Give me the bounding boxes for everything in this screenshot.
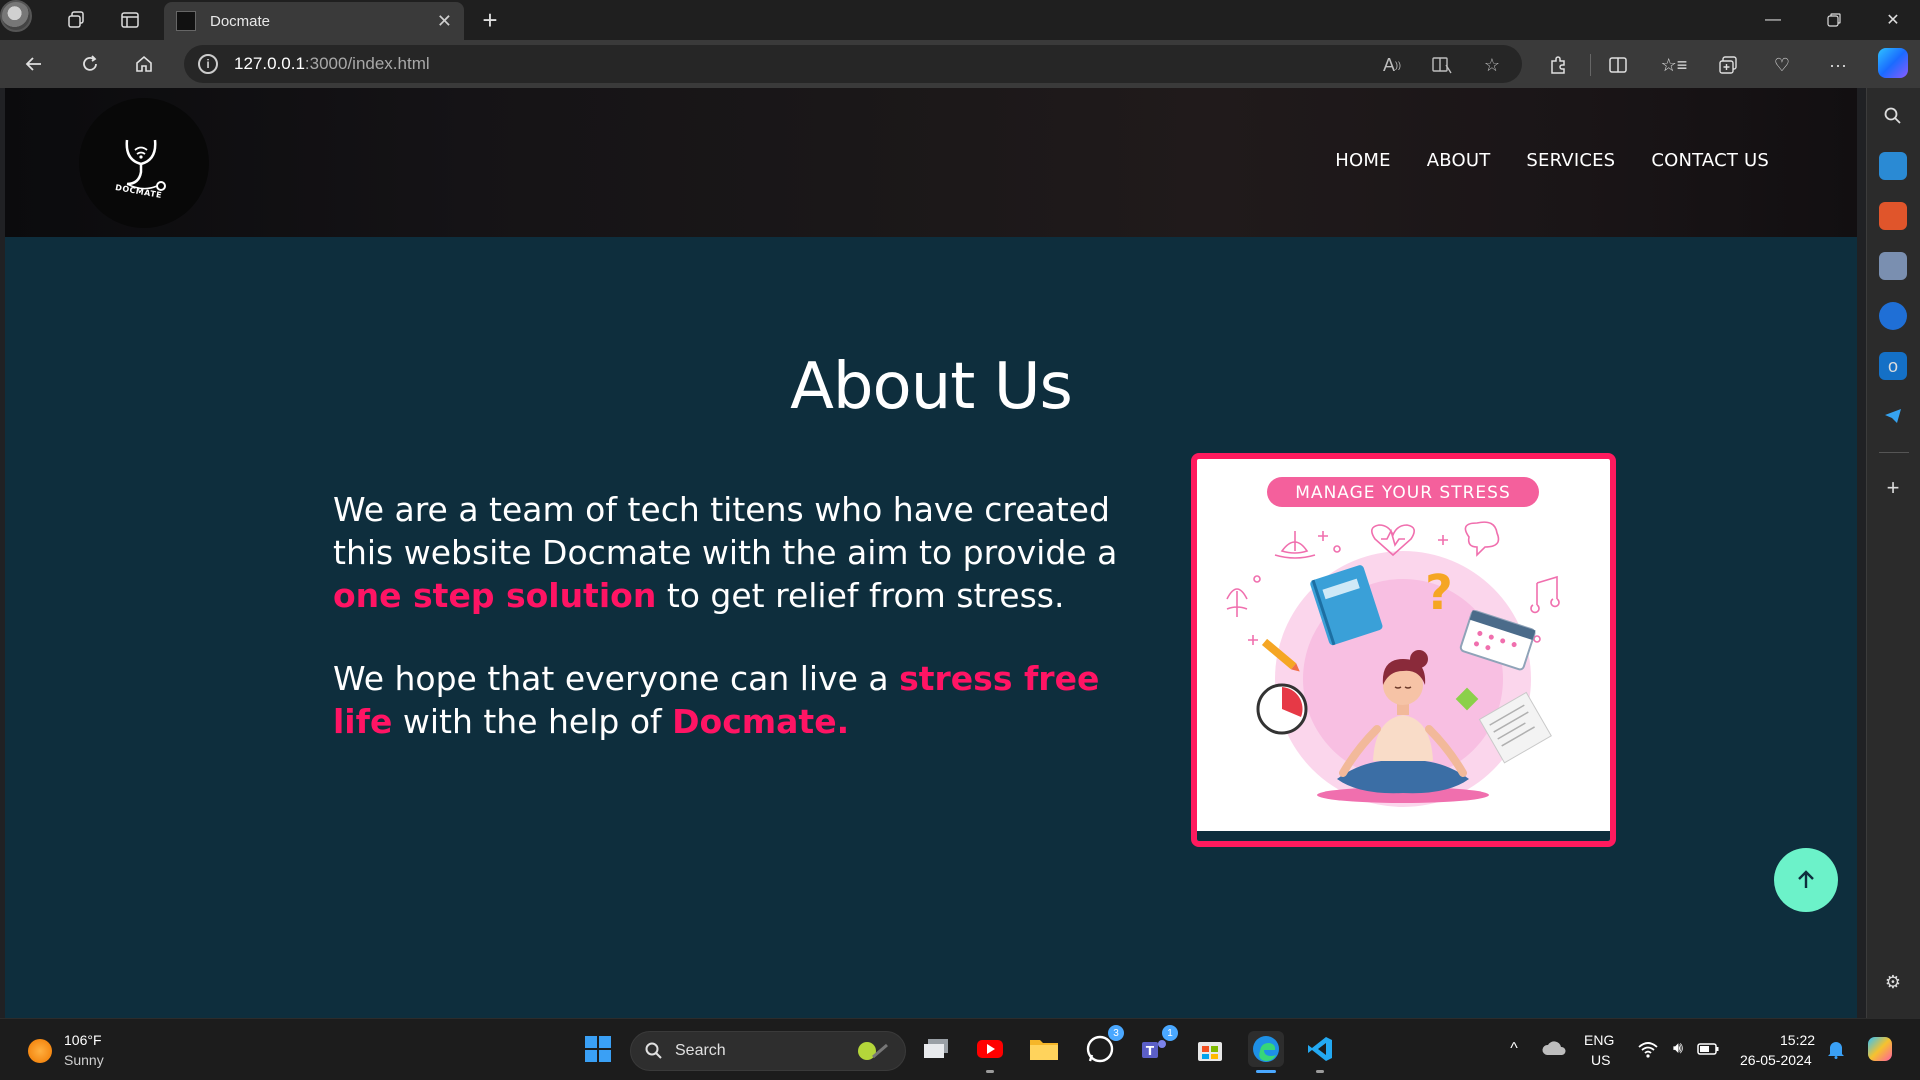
profile-avatar[interactable] <box>0 0 32 32</box>
workspaces-icon[interactable] <box>60 4 92 36</box>
arrow-up-icon <box>1798 870 1814 888</box>
favorites-icon[interactable]: ☆≡ <box>1660 52 1688 78</box>
nav-contact-us[interactable]: CONTACT US <box>1651 150 1769 171</box>
restore-button[interactable] <box>1807 0 1861 40</box>
copilot-icon[interactable] <box>1878 48 1908 78</box>
task-view-icon[interactable] <box>918 1031 954 1067</box>
sidebar-divider <box>1879 452 1909 453</box>
outlook-icon[interactable]: o <box>1879 352 1907 380</box>
toolbar-divider <box>1590 54 1591 76</box>
sidebar-settings-icon[interactable]: ⚙ <box>1879 968 1907 996</box>
search-icon <box>645 1042 662 1059</box>
language-region[interactable]: US <box>1591 1052 1610 1068</box>
whatsapp-badge: 3 <box>1108 1025 1124 1041</box>
svg-text:?: ? <box>1425 565 1453 621</box>
onedrive-icon[interactable] <box>1536 1031 1572 1067</box>
split-screen-icon[interactable] <box>1604 52 1632 78</box>
more-options-icon[interactable]: ··· <box>1824 52 1852 78</box>
shopping-tag-icon[interactable] <box>1879 152 1907 180</box>
about-text: We are a team of tech titens who have cr… <box>333 488 1133 783</box>
about-paragraph-2: We hope that everyone can live a stress … <box>333 659 1100 741</box>
weather-sun-icon[interactable] <box>28 1039 52 1063</box>
battery-icon[interactable] <box>1690 1031 1726 1067</box>
home-icon[interactable] <box>128 48 160 80</box>
page-viewport: DOCMATE HOME ABOUT SERVICES CONTACT US A… <box>5 88 1857 1018</box>
games-icon[interactable] <box>1879 252 1907 280</box>
youtube-icon[interactable] <box>972 1031 1008 1073</box>
minimize-button[interactable]: — <box>1746 0 1800 40</box>
sidebar-search-icon[interactable] <box>1879 102 1907 130</box>
start-icon[interactable] <box>580 1031 616 1067</box>
clock-date[interactable]: 26-05-2024 <box>1740 1052 1812 1068</box>
immersive-reader-icon[interactable] <box>1430 53 1454 77</box>
illustration-bottom-strip <box>1197 831 1610 841</box>
info-icon[interactable]: i <box>198 54 218 74</box>
site-nav: HOME ABOUT SERVICES CONTACT US <box>1335 150 1769 171</box>
microsoft-store-icon[interactable] <box>1192 1031 1228 1067</box>
nav-home[interactable]: HOME <box>1335 150 1390 171</box>
teams-icon[interactable]: T 1 <box>1136 1025 1178 1067</box>
browser-toolbar: i 127.0.0.1:3000/index.html A)) ☆ ☆≡ ♡ ·… <box>0 40 1920 88</box>
edge-icon[interactable] <box>1248 1031 1284 1073</box>
nav-about[interactable]: ABOUT <box>1427 150 1491 171</box>
extensions-icon[interactable] <box>1544 52 1572 78</box>
microsoft-365-icon[interactable] <box>1879 302 1907 330</box>
weather-condition[interactable]: Sunny <box>64 1052 104 1068</box>
read-aloud-icon[interactable]: A)) <box>1380 53 1404 77</box>
running-indicator <box>1316 1070 1324 1073</box>
notification-bell-icon[interactable] <box>1818 1031 1854 1067</box>
chevron-up-icon[interactable]: ^ <box>1496 1031 1532 1067</box>
drop-icon[interactable] <box>1879 402 1907 430</box>
address-bar[interactable]: i 127.0.0.1:3000/index.html A)) ☆ <box>184 45 1522 83</box>
vscode-icon[interactable] <box>1302 1031 1338 1073</box>
highlight-one-step-solution: one step solution <box>333 576 657 615</box>
clock-time[interactable]: 15:22 <box>1780 1032 1815 1048</box>
running-indicator <box>986 1070 994 1073</box>
language-primary[interactable]: ENG <box>1584 1032 1614 1048</box>
file-explorer-icon[interactable] <box>1026 1031 1062 1067</box>
nav-services[interactable]: SERVICES <box>1526 150 1615 171</box>
close-icon[interactable]: ✕ <box>437 11 452 32</box>
about-title: About Us <box>790 350 1073 424</box>
tab-title: Docmate <box>210 12 271 30</box>
site-header: DOCMATE HOME ABOUT SERVICES CONTACT US <box>5 88 1857 240</box>
copilot-taskbar-icon[interactable] <box>1862 1031 1898 1067</box>
svg-text:T: T <box>1146 1044 1155 1058</box>
search-highlight-icon <box>858 1042 888 1060</box>
illustration-banner-text: MANAGE YOUR STRESS <box>1295 483 1510 503</box>
browser-essentials-icon[interactable]: ♡ <box>1768 52 1796 78</box>
tab-strip: Docmate ✕ + — ✕ <box>0 0 1920 40</box>
tab-favicon-icon <box>176 11 196 31</box>
favorite-star-icon[interactable]: ☆ <box>1480 53 1504 77</box>
search-label: Search <box>675 1042 726 1059</box>
active-indicator <box>1256 1070 1276 1073</box>
tools-icon[interactable] <box>1879 202 1907 230</box>
highlight-docmate: Docmate. <box>672 702 850 741</box>
refresh-icon[interactable] <box>74 48 106 80</box>
tab-docmate[interactable]: Docmate ✕ <box>164 2 464 40</box>
scroll-to-top-button[interactable] <box>1774 848 1838 912</box>
windows-taskbar: 106°F Sunny Search 3 T 1 ^ ENG US 🔊︎ 15:… <box>0 1018 1920 1080</box>
close-window-button[interactable]: ✕ <box>1866 0 1920 40</box>
collections-icon[interactable] <box>1714 52 1742 78</box>
back-icon[interactable] <box>18 48 50 80</box>
edge-sidebar: o + ⚙ <box>1866 88 1920 1018</box>
about-paragraph-1: We are a team of tech titens who have cr… <box>333 490 1118 615</box>
url-text: 127.0.0.1:3000/index.html <box>234 54 430 73</box>
new-tab-button[interactable]: + <box>474 4 506 36</box>
taskbar-search[interactable]: Search <box>630 1031 906 1071</box>
whatsapp-icon[interactable]: 3 <box>1082 1025 1124 1067</box>
teams-badge: 1 <box>1162 1025 1178 1041</box>
add-sidebar-app-icon[interactable]: + <box>1879 474 1907 502</box>
weather-temperature[interactable]: 106°F <box>64 1032 102 1048</box>
vertical-tabs-icon[interactable] <box>114 4 146 36</box>
manage-stress-illustration: MANAGE YOUR STRESS ? <box>1191 453 1616 847</box>
docmate-logo[interactable]: DOCMATE <box>79 98 209 228</box>
